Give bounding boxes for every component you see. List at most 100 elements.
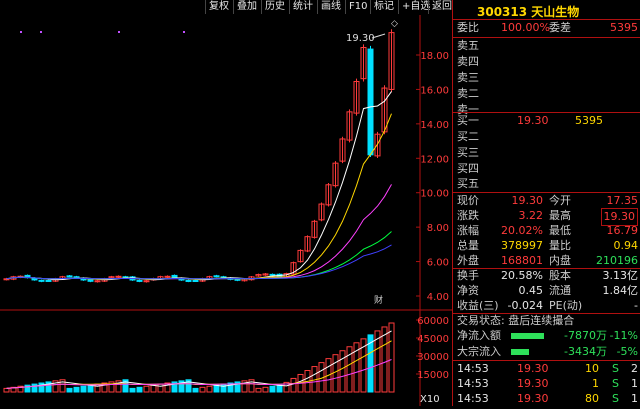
price-tick-label: 6.00	[427, 258, 449, 269]
candle-body	[38, 279, 45, 282]
flow-value: -3434万	[564, 345, 607, 358]
tick-count: 1	[631, 392, 638, 405]
tick-row: 14:53 19.30 10 S 2	[453, 361, 640, 377]
quote-row: 现价 19.30 今开 17.35	[453, 193, 640, 209]
volume-tick-label: 30000	[417, 352, 449, 363]
tick-count: 1	[631, 377, 638, 390]
quote-label: 今开	[549, 194, 571, 207]
volume-bar	[339, 350, 346, 393]
candle-body	[45, 279, 52, 282]
trade-status: 交易状态: 盘后连续撮合	[453, 313, 640, 329]
volume-bar	[87, 384, 94, 393]
moving-average-line	[6, 244, 392, 280]
price-tick-label: 8.00	[427, 223, 449, 234]
toolbar-button-mark[interactable]: 标记	[370, 0, 397, 14]
price-tick-label: 16.00	[420, 85, 449, 96]
kline-chart[interactable]: 18.00 16.00 14.00 12.00 10.00 8.00 6.00 4.00 600…	[0, 15, 452, 406]
order-diff-value: 5395	[610, 21, 638, 34]
volume-bar	[269, 385, 276, 393]
toolbar-button-draw-line[interactable]: 画线	[317, 0, 344, 14]
volume-bar	[220, 383, 227, 393]
candle-body	[136, 279, 143, 282]
toolbar: 复权 叠加 历史 统计 画线 F10 标记 +自选 返回	[0, 0, 452, 15]
outer-volume: 168801	[501, 254, 543, 267]
tick-side: S	[612, 377, 619, 390]
tick-side: S	[612, 362, 619, 375]
bid-row: 买三	[453, 145, 640, 161]
ask-row: 卖三	[453, 70, 640, 86]
quote-row: 外盘 168801 内盘 210196	[453, 253, 640, 269]
stats-row: 收益(三) -0.024 PE(动) -	[453, 298, 640, 314]
ask-level-label: 卖四	[457, 55, 479, 68]
stats-label: 换手	[457, 269, 479, 282]
quote-label: 涨幅	[457, 224, 479, 237]
ask-level-label: 卖二	[457, 87, 479, 100]
tick-price: 19.30	[517, 392, 549, 405]
trade-status-text: 交易状态: 盘后连续撮合	[457, 314, 575, 327]
flow-pct: -5%	[616, 345, 638, 358]
ask-level-label: 卖三	[457, 71, 479, 84]
volume-bar	[31, 383, 38, 393]
toolbar-button-restore-rights[interactable]: 复权	[205, 0, 232, 14]
quote-panel: 300313 天山生物 委比 100.00% 委差 5395 卖五 卖四 卖三 …	[452, 0, 640, 406]
bid-row: 买一 19.30 5395	[453, 113, 640, 129]
ask-row: 卖四	[453, 54, 640, 70]
bid-level-label: 买四	[457, 162, 479, 175]
pe-ratio: -	[634, 299, 638, 312]
peak-price-label: 19.30	[346, 33, 375, 44]
stats-row: 换手 20.58% 股本 3.13亿	[453, 268, 640, 284]
price-tick-label: 12.00	[420, 154, 449, 165]
stats-label: 股本	[549, 269, 571, 282]
total-volume: 378997	[501, 239, 543, 252]
moving-average-line	[6, 184, 392, 280]
tick-volume: 10	[585, 362, 599, 375]
stats-label: 流通	[549, 284, 571, 297]
toolbar-button-overlay[interactable]: 叠加	[233, 0, 260, 14]
flow-bar	[511, 349, 529, 355]
stats-label: PE(动)	[549, 299, 583, 312]
candle-body	[213, 275, 220, 278]
open-price: 17.35	[606, 194, 639, 207]
change-value: 3.22	[518, 209, 544, 222]
volume-bar	[199, 386, 206, 393]
quote-label: 外盘	[457, 254, 479, 267]
volume-bar	[262, 386, 269, 393]
flow-pct: -11%	[609, 329, 638, 342]
toolbar-button-f10[interactable]: F10	[345, 0, 370, 14]
tick-price: 19.30	[517, 377, 549, 390]
volume-ratio: 0.94	[613, 239, 639, 252]
price-tick-label: 18.00	[420, 51, 449, 62]
tick-row: 14:53 19.30 1 S 1	[453, 376, 640, 392]
stats-row: 净资 0.45 流通 1.84亿	[453, 283, 640, 299]
volume-bar	[150, 384, 157, 393]
bid-level-label: 买二	[457, 130, 479, 143]
volume-tick-label: 15000	[417, 370, 449, 381]
quote-row: 涨幅 20.02% 最低 16.79	[453, 223, 640, 239]
earnings: -0.024	[507, 299, 543, 312]
stock-name: 天山生物	[531, 5, 580, 19]
toolbar-button-history[interactable]: 历史	[261, 0, 288, 14]
tick-row: 14:53 19.30 80 S 1	[453, 391, 640, 407]
candle-body	[367, 48, 374, 156]
bid-volume: 5395	[575, 114, 603, 127]
stats-label: 收益(三)	[457, 299, 499, 312]
event-tag: 财	[374, 294, 383, 306]
volume-bar	[388, 322, 395, 393]
candle-body	[171, 274, 178, 279]
tick-side: S	[612, 392, 619, 405]
toolbar-button-back[interactable]: 返回	[428, 0, 455, 14]
signal-dot	[20, 31, 22, 33]
volume-bar	[3, 387, 10, 393]
bid-row: 买四	[453, 161, 640, 177]
stock-code: 300313 天山生物	[477, 5, 580, 19]
quote-row: 涨跌 3.22 最高 19.30	[453, 208, 640, 226]
toolbar-button-statistics[interactable]: 统计	[289, 0, 316, 14]
turnover-rate: 20.58%	[501, 269, 543, 282]
candle-body	[66, 275, 73, 278]
low-price: 16.79	[606, 224, 639, 237]
volume-tick-label: 60000	[417, 316, 449, 327]
flow-label: 净流入额	[457, 329, 501, 342]
volume-bar	[66, 387, 73, 393]
quote-label: 最低	[549, 224, 571, 237]
volume-tick-label: 45000	[417, 334, 449, 345]
